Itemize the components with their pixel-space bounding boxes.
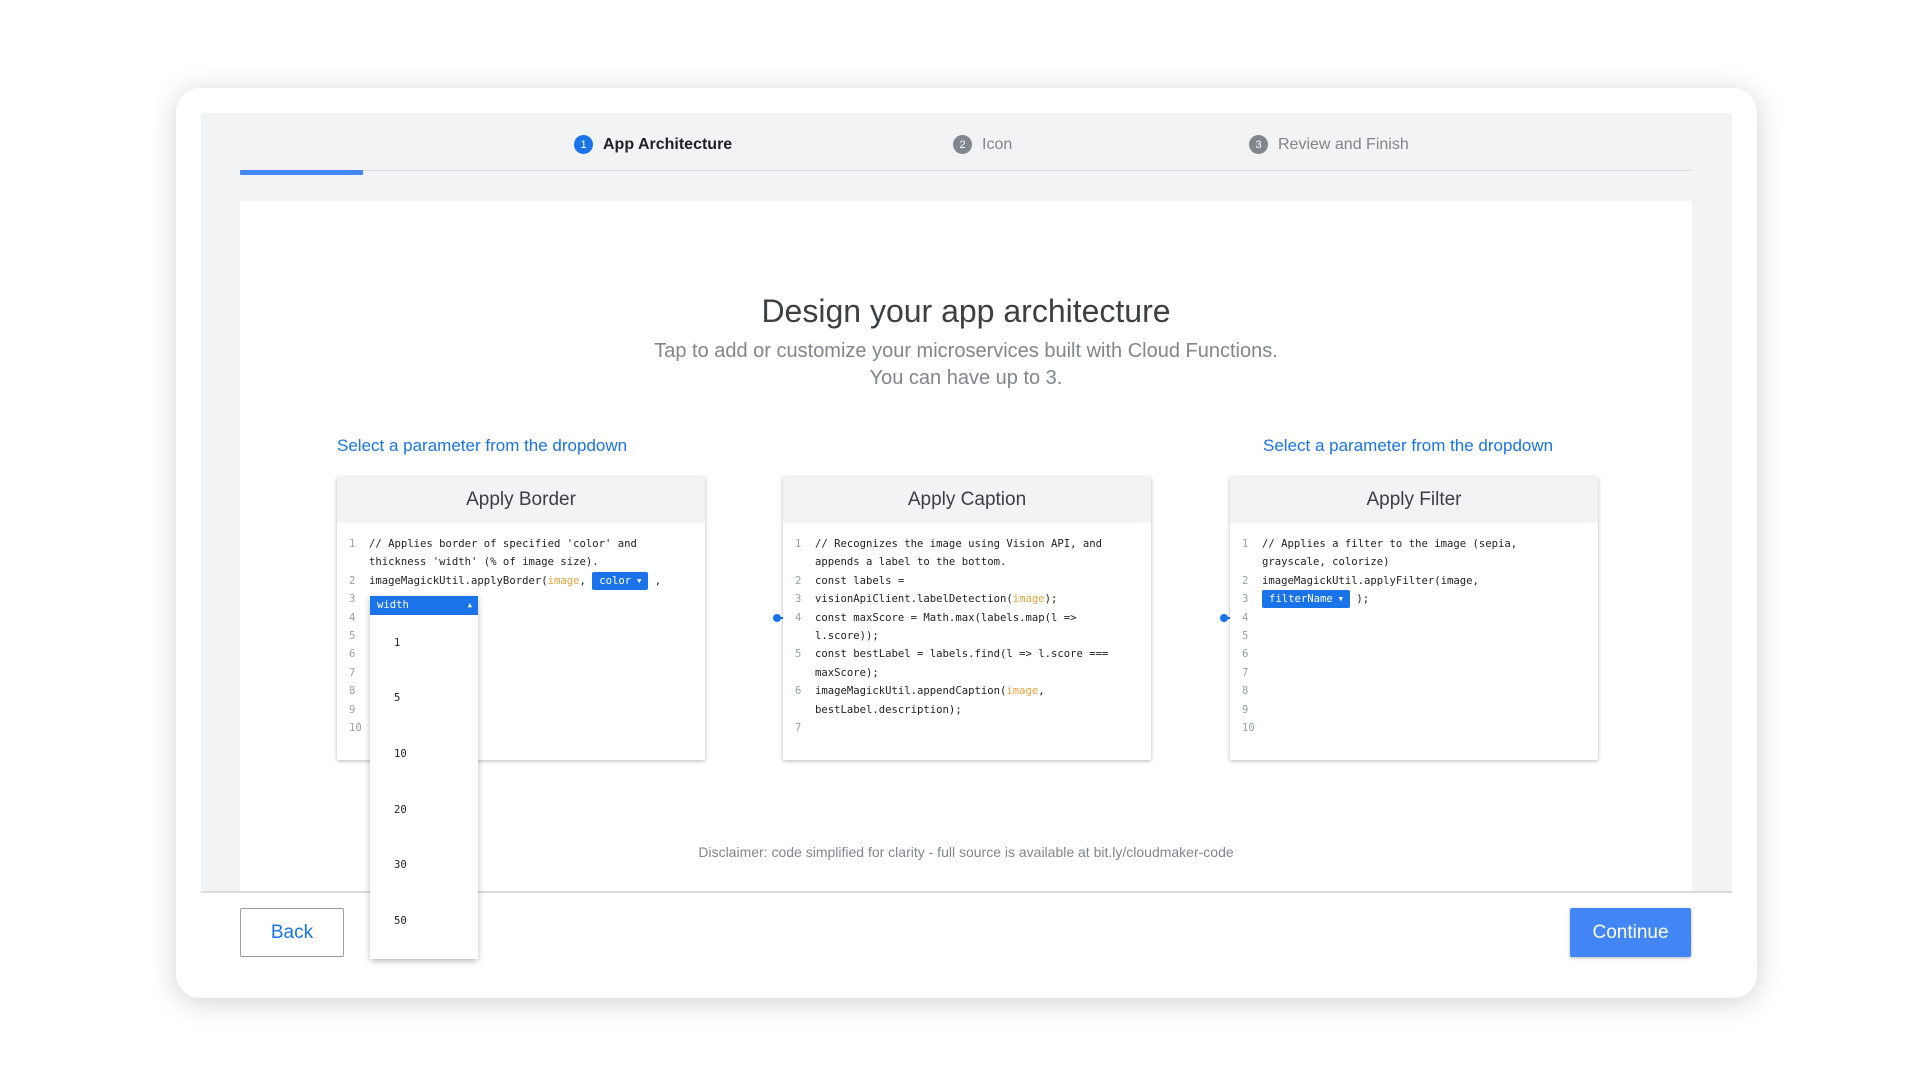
code-comment: thickness 'width' (% of image size). <box>369 556 599 569</box>
code-comment: grayscale, colorize) <box>1262 556 1390 569</box>
step-number-1: 1 <box>574 135 593 154</box>
code-tail: , <box>648 574 662 587</box>
step-review-and-finish[interactable]: 3 Review and Finish <box>1249 135 1409 154</box>
code-comment: appends a label to the bottom. <box>815 556 1007 569</box>
line-number: 2 <box>349 574 356 587</box>
line-number: 2 <box>795 574 802 587</box>
line-number: 8 <box>349 685 356 698</box>
line-number: 1 <box>795 538 802 550</box>
step-number-3: 3 <box>1249 135 1268 154</box>
continue-button[interactable]: Continue <box>1570 908 1691 957</box>
line-number: 4 <box>1242 611 1249 624</box>
code-line: l.score)); <box>815 630 879 643</box>
line-number: 2 <box>1242 574 1249 587</box>
card-title: Apply Filter <box>1230 477 1598 523</box>
code-identifier: image <box>547 574 580 587</box>
code-call: imageMagickUtil.appendCaption( <box>815 685 1007 698</box>
stepper-track <box>240 170 1692 171</box>
line-number: 1 <box>349 538 356 550</box>
line-number: 3 <box>1242 593 1249 606</box>
code-identifier: image <box>1012 593 1045 606</box>
page-title: Design your app architecture <box>761 293 1171 329</box>
code-call: imageMagickUtil.applyBorder( <box>369 574 548 587</box>
dropdown-hint-left: Select a parameter from the dropdown <box>337 436 628 455</box>
dropdown-option[interactable]: 50 <box>370 893 478 949</box>
line-number: 3 <box>349 593 356 606</box>
card-title: Apply Caption <box>783 477 1151 523</box>
code-separator: , <box>1038 685 1045 698</box>
step-label: App Architecture <box>603 135 733 153</box>
width-param-dropdown-menu[interactable]: width ▲ 1 5 10 20 30 50 <box>370 596 478 959</box>
code-identifier: image <box>1006 685 1039 698</box>
card-apply-caption[interactable]: Apply Caption 1 // Recognizes the image u… <box>783 477 1151 760</box>
code-tail: ); <box>1350 593 1370 606</box>
code-line: const bestLabel = labels.find(l => l.sco… <box>815 648 1109 661</box>
color-param-dropdown[interactable]: color ▼ <box>592 571 649 590</box>
line-number: 5 <box>1242 630 1249 643</box>
line-number: 10 <box>1242 722 1255 735</box>
dropdown-selected-value: width <box>377 599 409 611</box>
line-number: 10 <box>349 722 362 735</box>
line-number: 6 <box>1242 648 1249 661</box>
code-comment: // Applies border of specified 'color' a… <box>369 538 637 550</box>
line-number: 7 <box>795 722 802 735</box>
code-line: const labels = <box>815 574 905 587</box>
step-number-2: 2 <box>953 135 972 154</box>
code-call: visionApiClient.labelDetection( <box>815 593 1013 606</box>
line-number: 8 <box>1242 685 1249 698</box>
back-button[interactable]: Back <box>240 908 344 957</box>
code-line: maxScore); <box>815 666 879 679</box>
line-number: 7 <box>349 666 356 679</box>
chevron-down-icon: ▼ <box>637 576 642 585</box>
chip-label: filterName <box>1269 593 1333 606</box>
line-number: 9 <box>349 703 356 716</box>
dropdown-hint-right: Select a parameter from the dropdown <box>1263 436 1554 455</box>
dropdown-option[interactable]: 1 <box>370 615 478 671</box>
code-block: 1 // Applies a filter to the image (sepia… <box>1230 523 1598 737</box>
code-comment: // Recognizes the image using Vision API… <box>815 538 1103 550</box>
line-number: 6 <box>795 685 802 698</box>
subtitle-line-2: You can have up to 3. <box>869 367 1063 389</box>
dropdown-option[interactable]: 20 <box>370 782 478 838</box>
chip-label: color <box>599 574 632 587</box>
line-number: 1 <box>1242 538 1249 550</box>
line-number: 4 <box>349 611 356 624</box>
dropdown-option[interactable]: 5 <box>370 671 478 727</box>
step-icon[interactable]: 2 Icon <box>953 135 1012 154</box>
line-number: 7 <box>1242 666 1249 679</box>
line-number: 5 <box>349 630 356 643</box>
code-separator: , <box>579 574 593 587</box>
line-number: 9 <box>1242 703 1249 716</box>
line-number: 5 <box>795 648 802 661</box>
code-call: imageMagickUtil.applyFilter(image, <box>1262 574 1479 587</box>
code-comment: // Applies a filter to the image (sepia, <box>1262 538 1518 550</box>
step-label: Review and Finish <box>1278 135 1409 153</box>
line-number: 3 <box>795 593 802 606</box>
card-apply-filter[interactable]: Apply Filter 1 // Applies a filter to the… <box>1230 477 1598 760</box>
chevron-up-icon: ▲ <box>467 601 472 609</box>
chevron-down-icon: ▼ <box>1338 595 1343 604</box>
dropdown-option[interactable]: 10 <box>370 726 478 782</box>
code-tail: ); <box>1044 593 1058 606</box>
dropdown-option[interactable]: 30 <box>370 837 478 893</box>
stepper-progress-bar <box>240 170 363 175</box>
step-app-architecture[interactable]: 1 App Architecture <box>574 135 732 154</box>
line-number: 6 <box>349 648 356 661</box>
width-param-dropdown[interactable]: width ▲ <box>370 596 478 615</box>
code-line: bestLabel.description); <box>815 703 962 716</box>
code-block: 1 // Recognizes the image using Vision AP… <box>783 523 1151 737</box>
stepper: 1 App Architecture 2 Icon 3 Review and F… <box>201 113 1732 175</box>
filter-param-dropdown[interactable]: filterName ▼ <box>1262 590 1350 609</box>
subtitle-line-1: Tap to add or customize your microservic… <box>654 340 1278 362</box>
page-subtitle: Tap to add or customize your microservic… <box>240 338 1692 392</box>
step-label: Icon <box>982 135 1013 153</box>
code-line: const maxScore = Math.max(labels.map(l =… <box>815 611 1077 624</box>
card-title: Apply Border <box>337 477 705 523</box>
line-number: 4 <box>795 611 802 624</box>
